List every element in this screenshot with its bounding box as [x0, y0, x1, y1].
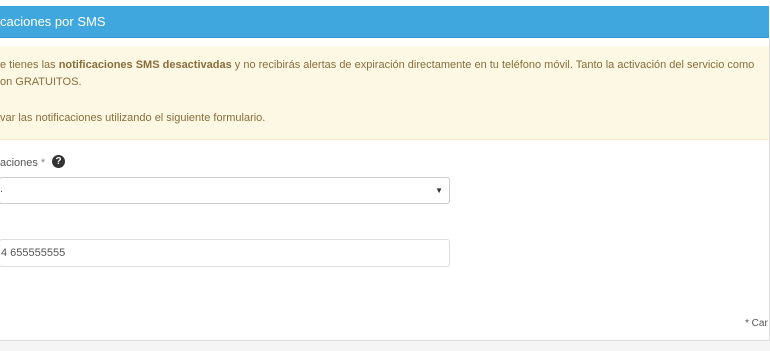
notifications-field-label: aciones *: [0, 157, 46, 169]
panel-header: caciones por SMS: [0, 6, 769, 38]
caret-down-icon: ▼: [435, 186, 443, 195]
question-circle-icon[interactable]: ?: [52, 155, 65, 168]
alert-text-line-1: e tienes las notificaciones SMS desactiv…: [0, 59, 755, 71]
panel-title: caciones por SMS: [0, 14, 106, 29]
phone-number-input[interactable]: [0, 239, 450, 267]
warning-alert: e tienes las notificaciones SMS desactiv…: [0, 46, 769, 140]
required-asterisk: *: [40, 157, 46, 169]
alert-text-line-3: var las notificaciones utilizando el sig…: [0, 112, 266, 124]
alert-text-line-2: on GRATUITOS.: [0, 76, 82, 88]
notifications-select[interactable]: . ▼: [0, 177, 450, 204]
required-fields-note: * Car: [745, 318, 768, 329]
alert-emphasis: notificaciones SMS desactivadas: [58, 59, 232, 71]
panel-body: e tienes las notificaciones SMS desactiv…: [0, 38, 770, 340]
select-selected-value: .: [0, 183, 4, 195]
panel-footer: [0, 340, 770, 351]
